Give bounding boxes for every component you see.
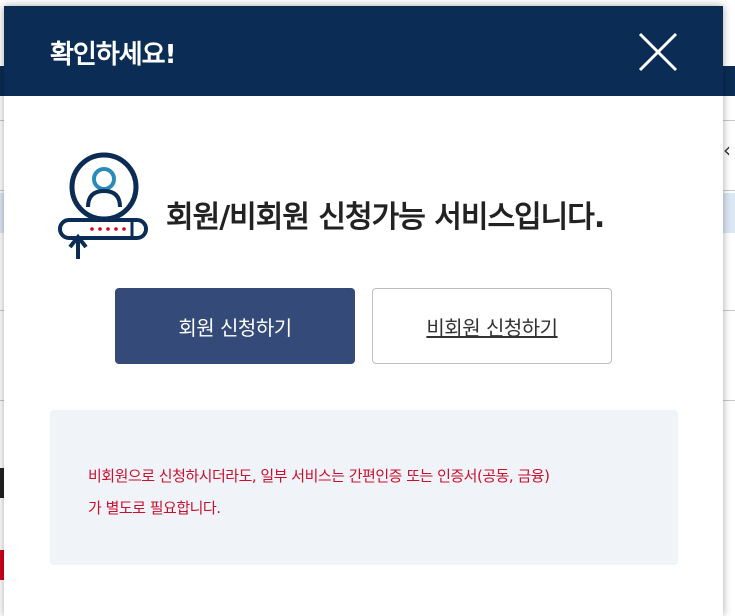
close-icon	[638, 32, 678, 72]
close-button[interactable]	[636, 30, 680, 74]
notice-line: 비회원으로 신청하시더라도, 일부 서비스는 간편인증 또는 인증서(공동, 금…	[88, 467, 550, 485]
notice-box: 비회원으로 신청하시더라도, 일부 서비스는 간편인증 또는 인증서(공동, 금…	[50, 410, 678, 565]
dialog-header: 확인하세요!	[4, 6, 723, 96]
dialog-headline: 회원/비회원 신청가능 서비스입니다.	[166, 200, 605, 235]
user-login-icon	[58, 152, 148, 259]
confirm-dialog: 확인하세요! 회원/비회원 신청가능 서비스입니다. 회원 신청하기 비회원 신…	[4, 6, 723, 616]
guest-apply-button[interactable]: 비회원 신청하기	[372, 288, 612, 364]
notice-text: 비회원으로 신청하시더라도, 일부 서비스는 간편인증 또는 인증서(공동, 금…	[88, 460, 658, 524]
dialog-title: 확인하세요!	[50, 40, 176, 70]
chevron-left-icon: ‹	[723, 138, 731, 162]
notice-line: 가 별도로 필요합니다.	[88, 499, 221, 517]
member-apply-button[interactable]: 회원 신청하기	[115, 288, 355, 364]
